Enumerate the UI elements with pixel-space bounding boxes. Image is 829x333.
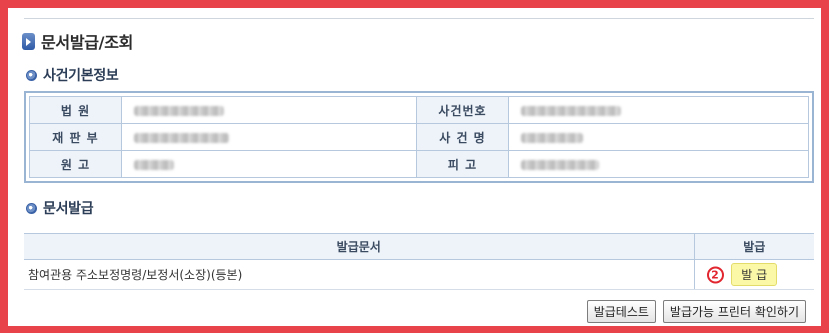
defendant-value [508,150,809,178]
top-divider [24,18,814,19]
redacted-text [521,159,599,170]
division-label: 재 판 부 [29,123,122,151]
redacted-text [134,132,229,143]
case-number-label: 사건번호 [416,96,509,124]
plaintiff-label: 원 고 [29,150,122,178]
case-name-label: 사 건 명 [416,123,509,151]
plaintiff-value [121,150,417,178]
issue-button[interactable]: 발 급 [731,263,778,286]
redacted-text [134,159,174,170]
issue-table: 발급문서 발급 참여관용 주소보정명령/보정서(소장)(등본) 2 발 급 [24,233,814,290]
printer-check-button[interactable]: 발급가능 프린터 확인하기 [662,300,806,323]
document-column-header: 발급문서 [24,233,694,260]
arrow-icon [22,32,35,50]
bullet-icon [26,69,37,81]
issue-heading: 문서발급 [26,198,94,218]
table-row: 참여관용 주소보정명령/보정서(소장)(등본) 2 발 급 [24,259,814,290]
defendant-label: 피 고 [416,150,509,178]
case-info-box: 법 원 사건번호 재 판 부 사 건 명 원 고 피 고 [24,91,814,183]
court-value [121,96,417,124]
issue-test-button[interactable]: 발급테스트 [586,300,656,323]
main-frame: 문서발급/조회 사건기본정보 법 원 사건번호 재 판 부 사 건 명 원 고 [8,8,821,326]
page-title-text: 문서발급/조회 [41,33,134,52]
issue-column-header: 발급 [693,233,814,260]
case-number-value [508,96,809,124]
issue-cell: 2 발 급 [693,259,814,290]
table-row: 재 판 부 사 건 명 [29,123,809,151]
table-header-row: 발급문서 발급 [24,233,814,260]
case-info-table: 법 원 사건번호 재 판 부 사 건 명 원 고 피 고 [29,96,809,178]
case-name-value [508,123,809,151]
case-info-heading: 사건기본정보 [26,65,119,85]
court-label: 법 원 [29,96,122,124]
action-buttons: 발급테스트 발급가능 프린터 확인하기 [586,300,806,323]
bullet-icon [26,202,37,214]
step-marker: 2 [706,266,724,283]
table-row: 법 원 사건번호 [29,96,809,124]
redacted-text [521,132,583,143]
page-title: 문서발급/조회 [22,29,133,53]
redacted-text [134,105,224,116]
table-row: 원 고 피 고 [29,150,809,178]
document-name: 참여관용 주소보정명령/보정서(소장)(등본) [24,259,694,290]
redacted-text [521,105,621,116]
division-value [121,123,417,151]
